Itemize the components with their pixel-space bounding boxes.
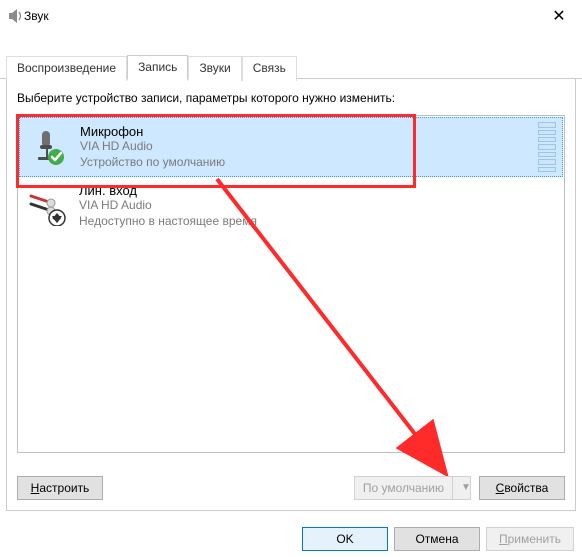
device-driver: VIA HD Audio (80, 139, 225, 155)
linein-icon (25, 184, 69, 228)
microphone-icon (26, 125, 70, 169)
tab-sounds[interactable]: Звуки (188, 56, 241, 81)
level-meter (538, 122, 556, 172)
titlebar: Звук ✕ (0, 0, 582, 32)
device-text: Лин. вход VIA HD Audio Недоступно в наст… (79, 183, 257, 229)
device-status: Устройство по умолчанию (80, 155, 225, 171)
chevron-down-icon: ▼ (452, 477, 470, 499)
tab-content: Выберите устройство записи, параметры ко… (6, 79, 576, 511)
device-name: Лин. вход (79, 183, 257, 198)
dialog-buttons: OK Отмена Применить (302, 527, 574, 551)
close-button[interactable]: ✕ (536, 0, 582, 32)
tab-communications[interactable]: Связь (242, 56, 297, 81)
set-default-dropdown: По умолчанию ▼ (354, 476, 471, 500)
properties-button[interactable]: Свойства (479, 476, 565, 500)
device-name: Микрофон (80, 124, 225, 139)
configure-button[interactable]: Настроить (17, 476, 103, 500)
sound-icon (8, 8, 24, 24)
tab-recording[interactable]: Запись (127, 55, 188, 80)
device-item-microphone[interactable]: Микрофон VIA HD Audio Устройство по умол… (19, 117, 563, 177)
apply-button: Применить (486, 527, 574, 551)
device-driver: VIA HD Audio (79, 198, 257, 214)
cancel-button[interactable]: Отмена (394, 527, 480, 551)
tab-bottom-row: Настроить По умолчанию ▼ Свойства (17, 476, 565, 500)
window-title: Звук (24, 9, 49, 23)
tab-playback[interactable]: Воспроизведение (6, 56, 127, 81)
device-list[interactable]: Микрофон VIA HD Audio Устройство по умол… (17, 115, 565, 453)
instruction-label: Выберите устройство записи, параметры ко… (17, 91, 565, 105)
device-status: Недоступно в настоящее время (79, 214, 257, 230)
device-text: Микрофон VIA HD Audio Устройство по умол… (80, 124, 225, 170)
device-item-linein[interactable]: Лин. вход VIA HD Audio Недоступно в наст… (19, 177, 563, 235)
set-default-label: По умолчанию (355, 481, 452, 495)
tab-strip: Воспроизведение Запись Звуки Связь (0, 54, 582, 79)
ok-button[interactable]: OK (302, 527, 388, 551)
